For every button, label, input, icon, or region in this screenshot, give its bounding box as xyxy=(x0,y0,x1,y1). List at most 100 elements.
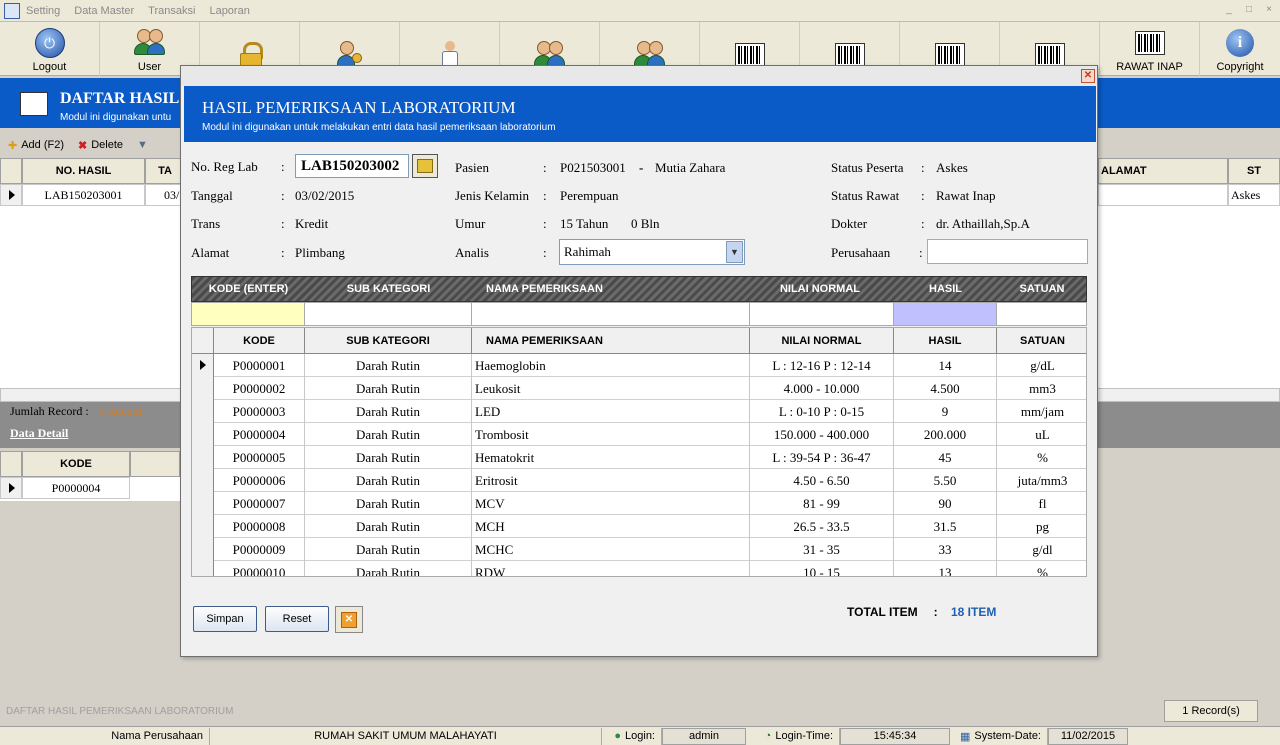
row-selector[interactable] xyxy=(192,400,214,423)
cell-satuan[interactable]: fl xyxy=(997,492,1086,515)
cell-satuan[interactable]: juta/mm3 xyxy=(997,469,1086,492)
menu-data-master[interactable]: Data Master xyxy=(74,5,134,17)
row-selector[interactable] xyxy=(192,515,214,538)
cell-satuan[interactable]: uL xyxy=(997,423,1086,446)
column-hasil[interactable]: HASIL xyxy=(894,328,997,354)
row-selector[interactable] xyxy=(192,354,214,377)
add-button[interactable]: ✚ Add (F2) xyxy=(8,139,64,152)
cell-satuan[interactable]: g/dl xyxy=(997,538,1086,561)
cell-nama-pemeriksaan[interactable]: MCHC xyxy=(472,538,750,561)
column-st[interactable]: ST xyxy=(1228,158,1280,184)
table-cell[interactable] xyxy=(1098,184,1228,206)
cell-kode[interactable]: P0000005 xyxy=(214,446,305,469)
cell-nama-pemeriksaan[interactable]: Leukosit xyxy=(472,377,750,400)
table-cell[interactable]: 03/ xyxy=(145,184,185,206)
row-selector[interactable] xyxy=(192,446,214,469)
table-row[interactable]: P0000005 Darah Rutin Hematokrit L : 39-54 P… xyxy=(192,446,1086,469)
cell-satuan[interactable]: % xyxy=(997,561,1086,577)
rawat-inap-button[interactable]: RAWAT INAP xyxy=(1100,22,1200,76)
lookup-button[interactable] xyxy=(412,154,438,178)
table-row[interactable]: P0000002 Darah Rutin Leukosit 4.000 - 10.00… xyxy=(192,377,1086,400)
perusahaan-input[interactable] xyxy=(927,239,1088,264)
chevron-down-icon[interactable]: ▼ xyxy=(726,241,743,263)
cell-hasil[interactable]: 13 xyxy=(894,561,997,576)
cell-kode[interactable]: P0000007 xyxy=(214,492,305,515)
menu-setting[interactable]: Setting xyxy=(26,5,60,17)
cell-hasil[interactable]: 9 xyxy=(894,400,997,423)
cell-nilai-normal[interactable]: 10 - 15 xyxy=(750,561,894,576)
cell-nama-pemeriksaan[interactable]: LED xyxy=(472,400,750,423)
cell-hasil[interactable]: 5.50 xyxy=(894,469,997,492)
cell-nilai-normal[interactable]: 4.000 - 10.000 xyxy=(750,377,894,400)
cell-nilai-normal[interactable]: L : 39-54 P : 36-47 xyxy=(750,446,894,469)
filter-icon[interactable]: ▼ xyxy=(137,139,148,151)
table-row[interactable]: P0000004 Darah Rutin Trombosit 150.000 - 40… xyxy=(192,423,1086,446)
cell-satuan[interactable]: mm3 xyxy=(997,377,1086,400)
cell-satuan[interactable]: g/dL xyxy=(997,354,1086,377)
row-selector[interactable] xyxy=(192,377,214,400)
column-alamat[interactable]: ALAMAT xyxy=(1098,158,1228,184)
cell-hasil[interactable]: 45 xyxy=(894,446,997,469)
cell-kode[interactable]: P0000001 xyxy=(214,354,305,377)
hasil-entry-input[interactable] xyxy=(894,303,997,325)
column-no-hasil[interactable]: NO. HASIL xyxy=(22,158,145,184)
minimize-icon[interactable]: _ xyxy=(1222,3,1236,17)
cell-nilai-normal[interactable]: L : 12-16 P : 12-14 xyxy=(750,354,894,377)
column-kode[interactable]: KODE xyxy=(214,328,305,354)
cell-hasil[interactable]: 31.5 xyxy=(894,515,997,538)
table-row[interactable]: P0000007 Darah Rutin MCV 81 - 99 90 fl xyxy=(192,492,1086,515)
cell-sub-kategori[interactable]: Darah Rutin xyxy=(305,446,472,469)
delete-button[interactable]: ✖ Delete xyxy=(78,139,123,152)
cell-nama-pemeriksaan[interactable]: MCH xyxy=(472,515,750,538)
cell-kode[interactable]: P0000002 xyxy=(214,377,305,400)
row-selector[interactable] xyxy=(192,538,214,561)
cell-kode[interactable]: P0000006 xyxy=(214,469,305,492)
reset-button[interactable]: Reset xyxy=(265,606,329,632)
copyright-button[interactable]: i Copyright xyxy=(1200,22,1280,76)
kode-entry-input[interactable] xyxy=(192,303,305,325)
cell-hasil[interactable]: 200.000 xyxy=(894,423,997,446)
data-detail-link[interactable]: Data Detail xyxy=(10,426,68,441)
cell-satuan[interactable]: % xyxy=(997,446,1086,469)
cell-nama-pemeriksaan[interactable]: Haemoglobin xyxy=(472,354,750,377)
simpan-button[interactable]: Simpan xyxy=(193,606,257,632)
table-row[interactable]: P0000010 Darah Rutin RDW 10 - 15 13% xyxy=(192,561,1086,577)
cell-sub-kategori[interactable]: Darah Rutin xyxy=(305,469,472,492)
cell-kode[interactable]: P0000010 xyxy=(214,561,305,576)
cell-nama-pemeriksaan[interactable]: Hematokrit xyxy=(472,446,750,469)
cell-sub-kategori[interactable]: Darah Rutin xyxy=(305,400,472,423)
table-cell[interactable]: Askes xyxy=(1228,184,1280,206)
row-selector[interactable] xyxy=(192,469,214,492)
cell-sub-kategori[interactable]: Darah Rutin xyxy=(305,377,472,400)
cell-nilai-normal[interactable]: L : 0-10 P : 0-15 xyxy=(750,400,894,423)
cell-sub-kategori[interactable]: Darah Rutin xyxy=(305,561,472,576)
cell-nilai-normal[interactable]: 4.50 - 6.50 xyxy=(750,469,894,492)
cell-sub-kategori[interactable]: Darah Rutin xyxy=(305,354,472,377)
table-row[interactable]: P0000009 Darah Rutin MCHC 31 - 35 33 g/dl xyxy=(192,538,1086,561)
cell-kode[interactable]: P0000009 xyxy=(214,538,305,561)
column-kode[interactable]: KODE xyxy=(22,451,130,477)
no-reg-input[interactable]: LAB150203002 xyxy=(295,154,409,178)
cell-hasil[interactable]: 90 xyxy=(894,492,997,515)
table-cell[interactable]: LAB150203001 xyxy=(22,184,145,206)
cell-kode[interactable]: P0000004 xyxy=(214,423,305,446)
menu-transaksi[interactable]: Transaksi xyxy=(148,5,195,17)
table-cell[interactable]: P0000004 xyxy=(22,477,130,499)
analis-select[interactable]: Rahimah ▼ xyxy=(559,239,745,265)
row-selector[interactable] xyxy=(192,561,214,576)
row-selector[interactable] xyxy=(192,492,214,515)
column-nilai-normal[interactable]: NILAI NORMAL xyxy=(750,328,894,354)
cell-satuan[interactable]: mm/jam xyxy=(997,400,1086,423)
cell-nilai-normal[interactable]: 26.5 - 33.5 xyxy=(750,515,894,538)
cell-sub-kategori[interactable]: Darah Rutin xyxy=(305,492,472,515)
cell-kode[interactable]: P0000008 xyxy=(214,515,305,538)
table-row[interactable]: P0000001 Darah Rutin Haemoglobin L : 12-16 … xyxy=(192,354,1086,377)
column-sub-kategori[interactable]: SUB KATEGORI xyxy=(305,328,472,354)
close-icon[interactable]: × xyxy=(1262,3,1276,17)
row-selector[interactable] xyxy=(192,423,214,446)
cell-sub-kategori[interactable]: Darah Rutin xyxy=(305,423,472,446)
cell-nama-pemeriksaan[interactable]: Trombosit xyxy=(472,423,750,446)
column-satuan[interactable]: SATUAN xyxy=(997,328,1086,354)
cell-hasil[interactable]: 4.500 xyxy=(894,377,997,400)
cell-satuan[interactable]: pg xyxy=(997,515,1086,538)
